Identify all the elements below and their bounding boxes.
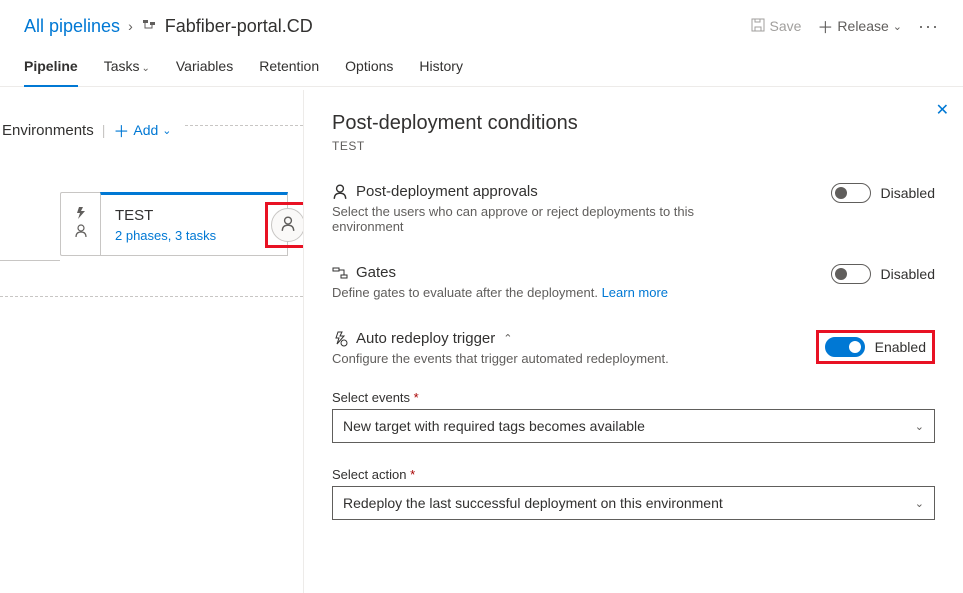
tab-pipeline[interactable]: Pipeline bbox=[24, 48, 78, 86]
redeploy-section: Auto redeploy trigger ⌃ Configure the ev… bbox=[332, 330, 935, 520]
save-icon bbox=[751, 18, 765, 35]
chevron-down-icon: ⌄ bbox=[915, 420, 924, 433]
breadcrumb-title: Fabfiber-portal.CD bbox=[165, 16, 313, 37]
post-deployment-conditions-button[interactable] bbox=[271, 208, 305, 242]
approvals-title: Post-deployment approvals bbox=[356, 183, 538, 200]
gates-learn-more-link[interactable]: Learn more bbox=[602, 285, 668, 300]
gates-toggle-label: Disabled bbox=[881, 266, 935, 282]
save-button[interactable]: Save bbox=[751, 18, 801, 35]
highlight-box: Enabled bbox=[816, 330, 935, 364]
gates-section: Gates Define gates to evaluate after the… bbox=[332, 264, 935, 300]
close-panel-button[interactable]: ✕ bbox=[936, 100, 949, 120]
select-action-field: Select action * Redeploy the last succes… bbox=[332, 467, 935, 520]
tab-retention[interactable]: Retention bbox=[259, 48, 319, 86]
environment-card-test[interactable]: TEST 2 phases, 3 tasks bbox=[100, 192, 288, 256]
post-deployment-panel: ✕ Post-deployment conditions TEST Post-d… bbox=[303, 90, 963, 593]
trigger-gear-icon bbox=[332, 331, 348, 347]
chevron-down-icon: ⌄ bbox=[893, 20, 902, 33]
chevron-down-icon: ⌄ bbox=[162, 124, 171, 137]
pipeline-icon bbox=[141, 18, 157, 34]
trigger-icon bbox=[61, 207, 100, 222]
approvals-toggle-group: Disabled bbox=[831, 183, 935, 203]
tab-history[interactable]: History bbox=[419, 48, 463, 86]
select-events-field: Select events * New target with required… bbox=[332, 390, 935, 443]
gates-toggle[interactable] bbox=[831, 264, 871, 284]
add-environment-button[interactable]: ＋ Add ⌄ bbox=[113, 118, 171, 142]
person-icon bbox=[280, 216, 296, 235]
select-events-label: Select events * bbox=[332, 390, 935, 405]
chevron-down-icon: ⌄ bbox=[141, 63, 149, 74]
chevron-down-icon: ⌄ bbox=[915, 497, 924, 510]
approvals-desc: Select the users who can approve or reje… bbox=[332, 204, 752, 234]
person-icon bbox=[332, 184, 348, 200]
connector-line bbox=[0, 260, 60, 261]
plus-icon: ＋ bbox=[113, 118, 129, 142]
more-menu-button[interactable]: ··· bbox=[918, 16, 939, 37]
gates-title: Gates bbox=[356, 264, 396, 281]
tab-variables[interactable]: Variables bbox=[176, 48, 233, 86]
approvals-toggle-label: Disabled bbox=[881, 185, 935, 201]
person-icon bbox=[61, 224, 100, 241]
breadcrumb-root-link[interactable]: All pipelines bbox=[24, 16, 120, 37]
redeploy-toggle[interactable] bbox=[825, 337, 865, 357]
panel-subtitle: TEST bbox=[332, 139, 935, 153]
redeploy-toggle-group: Enabled bbox=[825, 337, 926, 357]
breadcrumb-separator: › bbox=[128, 18, 133, 34]
breadcrumb: All pipelines › Fabfiber-portal.CD Save … bbox=[0, 0, 963, 48]
approvals-section: Post-deployment approvals Select the use… bbox=[332, 183, 935, 234]
gates-icon bbox=[332, 265, 348, 281]
approvals-toggle[interactable] bbox=[831, 183, 871, 203]
plus-icon: ＋ bbox=[817, 14, 833, 38]
tab-tasks[interactable]: Tasks⌄ bbox=[104, 48, 150, 86]
panel-title: Post-deployment conditions bbox=[332, 112, 935, 135]
select-events-dropdown[interactable]: New target with required tags becomes av… bbox=[332, 409, 935, 443]
chevron-up-icon[interactable]: ⌃ bbox=[503, 332, 512, 345]
gates-desc: Define gates to evaluate after the deplo… bbox=[332, 285, 668, 300]
tab-options[interactable]: Options bbox=[345, 48, 393, 86]
release-button[interactable]: ＋ Release ⌄ bbox=[817, 14, 902, 38]
pre-deployment-conditions[interactable] bbox=[60, 192, 100, 256]
select-action-dropdown[interactable]: Redeploy the last successful deployment … bbox=[332, 486, 935, 520]
tabs-bar: Pipeline Tasks⌄ Variables Retention Opti… bbox=[0, 48, 963, 87]
gates-toggle-group: Disabled bbox=[831, 264, 935, 284]
select-action-label: Select action * bbox=[332, 467, 935, 482]
redeploy-title: Auto redeploy trigger bbox=[356, 330, 495, 347]
environments-label: Environments bbox=[0, 122, 94, 139]
environment-tasks-link[interactable]: 2 phases, 3 tasks bbox=[115, 228, 273, 243]
environment-title: TEST bbox=[115, 207, 273, 224]
redeploy-desc: Configure the events that trigger automa… bbox=[332, 351, 669, 366]
redeploy-toggle-label: Enabled bbox=[875, 339, 926, 355]
